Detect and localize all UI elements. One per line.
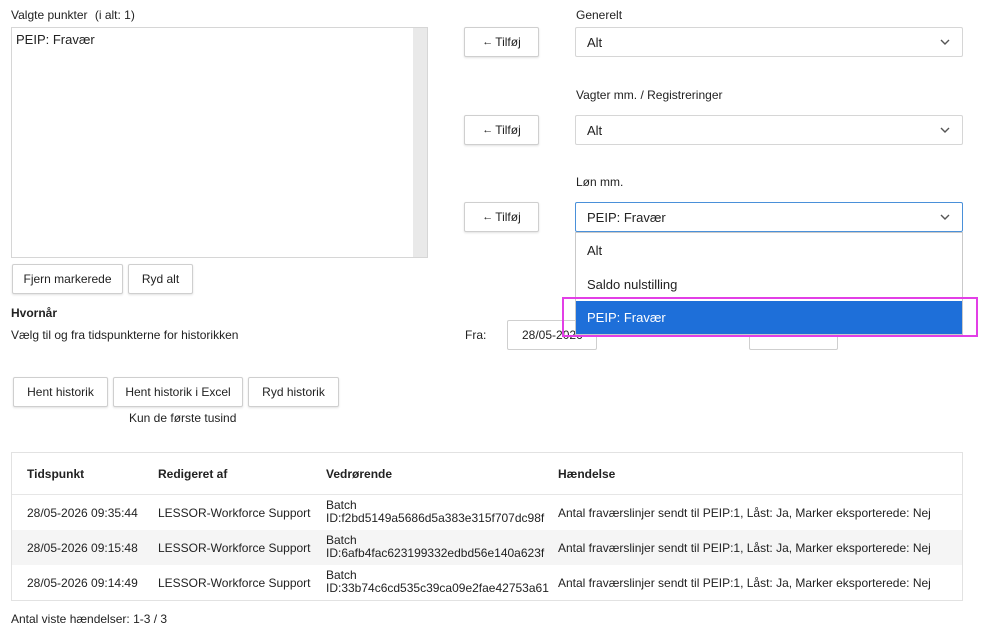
cell-time: 28/05-2026 09:14:49 [27,576,138,590]
cell-event: Antal fraværslinjer sendt til PEIP:1, Lå… [558,576,931,590]
select-value: Alt [587,34,603,50]
chevron-down-icon [940,39,950,45]
salary-dropdown-list: Alt Saldo nulstilling PEIP: Fravær [575,232,963,335]
add-button-label: Tilføj [495,35,521,49]
cell-concern: Batch ID:6afb4fac623199332edbd56e140a623… [326,534,544,560]
cell-event: Antal fraværslinjer sendt til PEIP:1, Lå… [558,541,931,555]
clear-history-button[interactable]: Ryd historik [248,377,339,407]
dropdown-option-peip-absence[interactable]: PEIP: Fravær [576,301,962,334]
when-description: Vælg til og fra tidspunkterne for histor… [11,328,239,342]
table-row[interactable]: 28/05-2026 09:14:49 LESSOR-Workforce Sup… [12,565,962,600]
from-label: Fra: [465,328,487,342]
from-date-value: 28/05-2026 [522,328,583,342]
column-header-time[interactable]: Tidspunkt [27,467,84,481]
cell-editor: LESSOR-Workforce Support [158,576,311,590]
cell-time: 28/05-2026 09:15:48 [27,541,138,555]
selected-points-label: Valgte punkter [11,8,88,22]
cell-concern: Batch ID:f2bd5149a5686d5a383e315f707dc98… [326,499,544,525]
cell-concern-line2: ID:6afb4fac623199332edbd56e140a623f [326,546,545,560]
add-button-label: Tilføj [495,210,521,224]
cell-event: Antal fraværslinjer sendt til PEIP:1, Lå… [558,506,931,520]
salary-select[interactable]: PEIP: Fravær [575,202,963,232]
history-table: Tidspunkt Redigeret af Vedrørende Hændel… [11,452,963,601]
table-row[interactable]: 28/05-2026 09:35:44 LESSOR-Workforce Sup… [12,495,962,530]
arrow-left-icon: ← [482,211,494,223]
shown-events-count: Antal viste hændelser: 1-3 / 3 [11,612,168,626]
chevron-down-icon [940,214,950,220]
add-button-label: Tilføj [495,123,521,137]
selected-points-header: Valgte punkter (i alt: 1) [11,8,135,22]
shifts-select[interactable]: Alt [575,115,963,145]
excel-note: Kun de første tusind [129,411,237,425]
general-select[interactable]: Alt [575,27,963,57]
select-value: Alt [587,122,603,138]
column-header-event[interactable]: Hændelse [558,467,615,481]
dropdown-option-balance-reset[interactable]: Saldo nulstilling [576,268,962,301]
group-label-general: Generelt [576,8,623,22]
cell-editor: LESSOR-Workforce Support [158,541,311,555]
group-label-shifts: Vagter mm. / Registreringer [576,88,723,102]
arrow-left-icon: ← [482,36,494,48]
list-scrollbar[interactable] [413,28,427,257]
clear-all-button[interactable]: Ryd alt [128,264,193,294]
selected-points-list[interactable]: PEIP: Fravær [11,27,428,258]
column-header-editor[interactable]: Redigeret af [158,467,227,481]
dropdown-option-all[interactable]: Alt [576,234,962,267]
group-label-salary: Løn mm. [576,175,624,189]
column-header-concern[interactable]: Vedrørende [326,467,392,481]
fetch-history-button[interactable]: Hent historik [13,377,108,407]
cell-concern-line2: ID:33b74c6cd535c39ca09e2fae42753a61 [326,581,549,595]
select-value: PEIP: Fravær [587,209,666,225]
add-shifts-button[interactable]: ← Tilføj [464,115,539,145]
cell-time: 28/05-2026 09:35:44 [27,506,138,520]
add-general-button[interactable]: ← Tilføj [464,27,539,57]
chevron-down-icon [940,127,950,133]
remove-selected-button[interactable]: Fjern markerede [12,264,123,294]
arrow-left-icon: ← [482,124,494,136]
list-item[interactable]: PEIP: Fravær [16,32,95,47]
table-row[interactable]: 28/05-2026 09:15:48 LESSOR-Workforce Sup… [12,530,962,565]
cell-editor: LESSOR-Workforce Support [158,506,311,520]
fetch-history-excel-button[interactable]: Hent historik i Excel [113,377,243,407]
add-salary-button[interactable]: ← Tilføj [464,202,539,232]
cell-concern-line2: ID:f2bd5149a5686d5a383e315f707dc98f [326,511,545,525]
selected-points-count: (i alt: 1) [94,8,135,22]
cell-concern: Batch ID:33b74c6cd535c39ca09e2fae42753a6… [326,569,549,595]
when-title: Hvornår [11,306,58,320]
table-header: Tidspunkt Redigeret af Vedrørende Hændel… [12,453,962,495]
